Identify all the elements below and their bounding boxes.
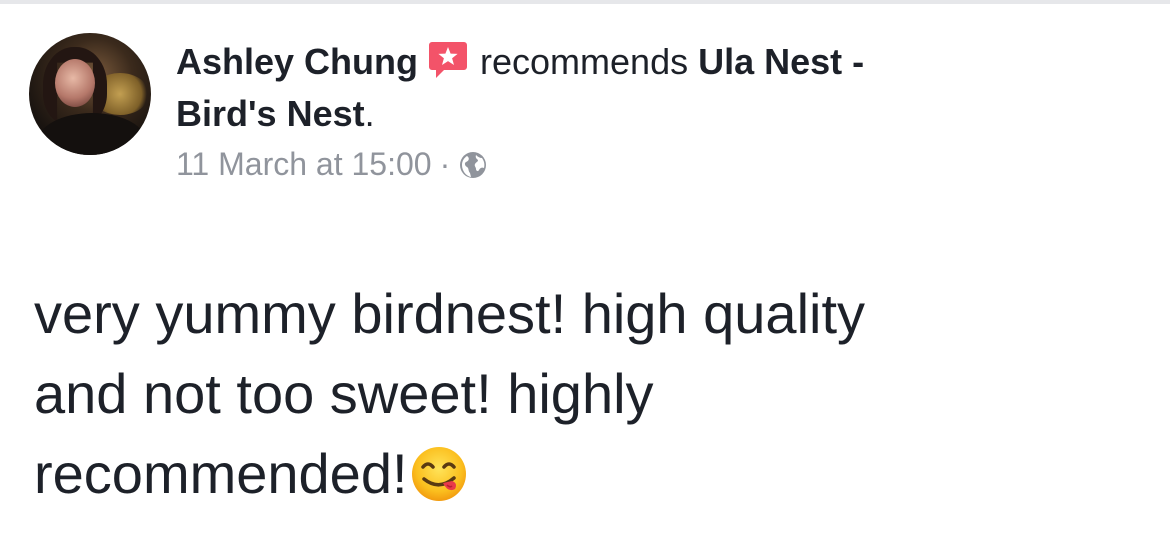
recommendation-star-icon xyxy=(428,40,468,80)
face-savoring-food-emoji xyxy=(410,444,468,502)
author-name-link[interactable]: Ashley Chung xyxy=(176,41,418,82)
meta-separator: · xyxy=(439,146,451,182)
post-meta: 11 March at 15:00 · xyxy=(176,144,488,184)
top-divider xyxy=(0,0,1170,4)
post-header-line-2: Bird's Nest. xyxy=(176,92,375,136)
post-timestamp[interactable]: 11 March at 15:00 xyxy=(176,146,432,182)
post-body-line-1: very yummy birdnest! high quality xyxy=(34,282,866,345)
post-body: very yummy birdnest! high quality and no… xyxy=(34,274,1144,514)
post-body-line-2: and not too sweet! highly xyxy=(34,362,654,425)
avatar-face xyxy=(55,59,95,107)
page-name-period: . xyxy=(364,93,375,134)
post-header-line-1: Ashley Chung recommends Ula Nest - xyxy=(176,40,864,84)
author-avatar[interactable] xyxy=(29,33,151,155)
action-text: recommends xyxy=(480,41,689,82)
page-name-link-part-2[interactable]: Bird's Nest xyxy=(176,93,365,134)
post-body-line-3: recommended! xyxy=(34,442,408,505)
page-name-link-part-1[interactable]: Ula Nest - xyxy=(698,41,864,82)
globe-icon[interactable] xyxy=(458,149,488,179)
